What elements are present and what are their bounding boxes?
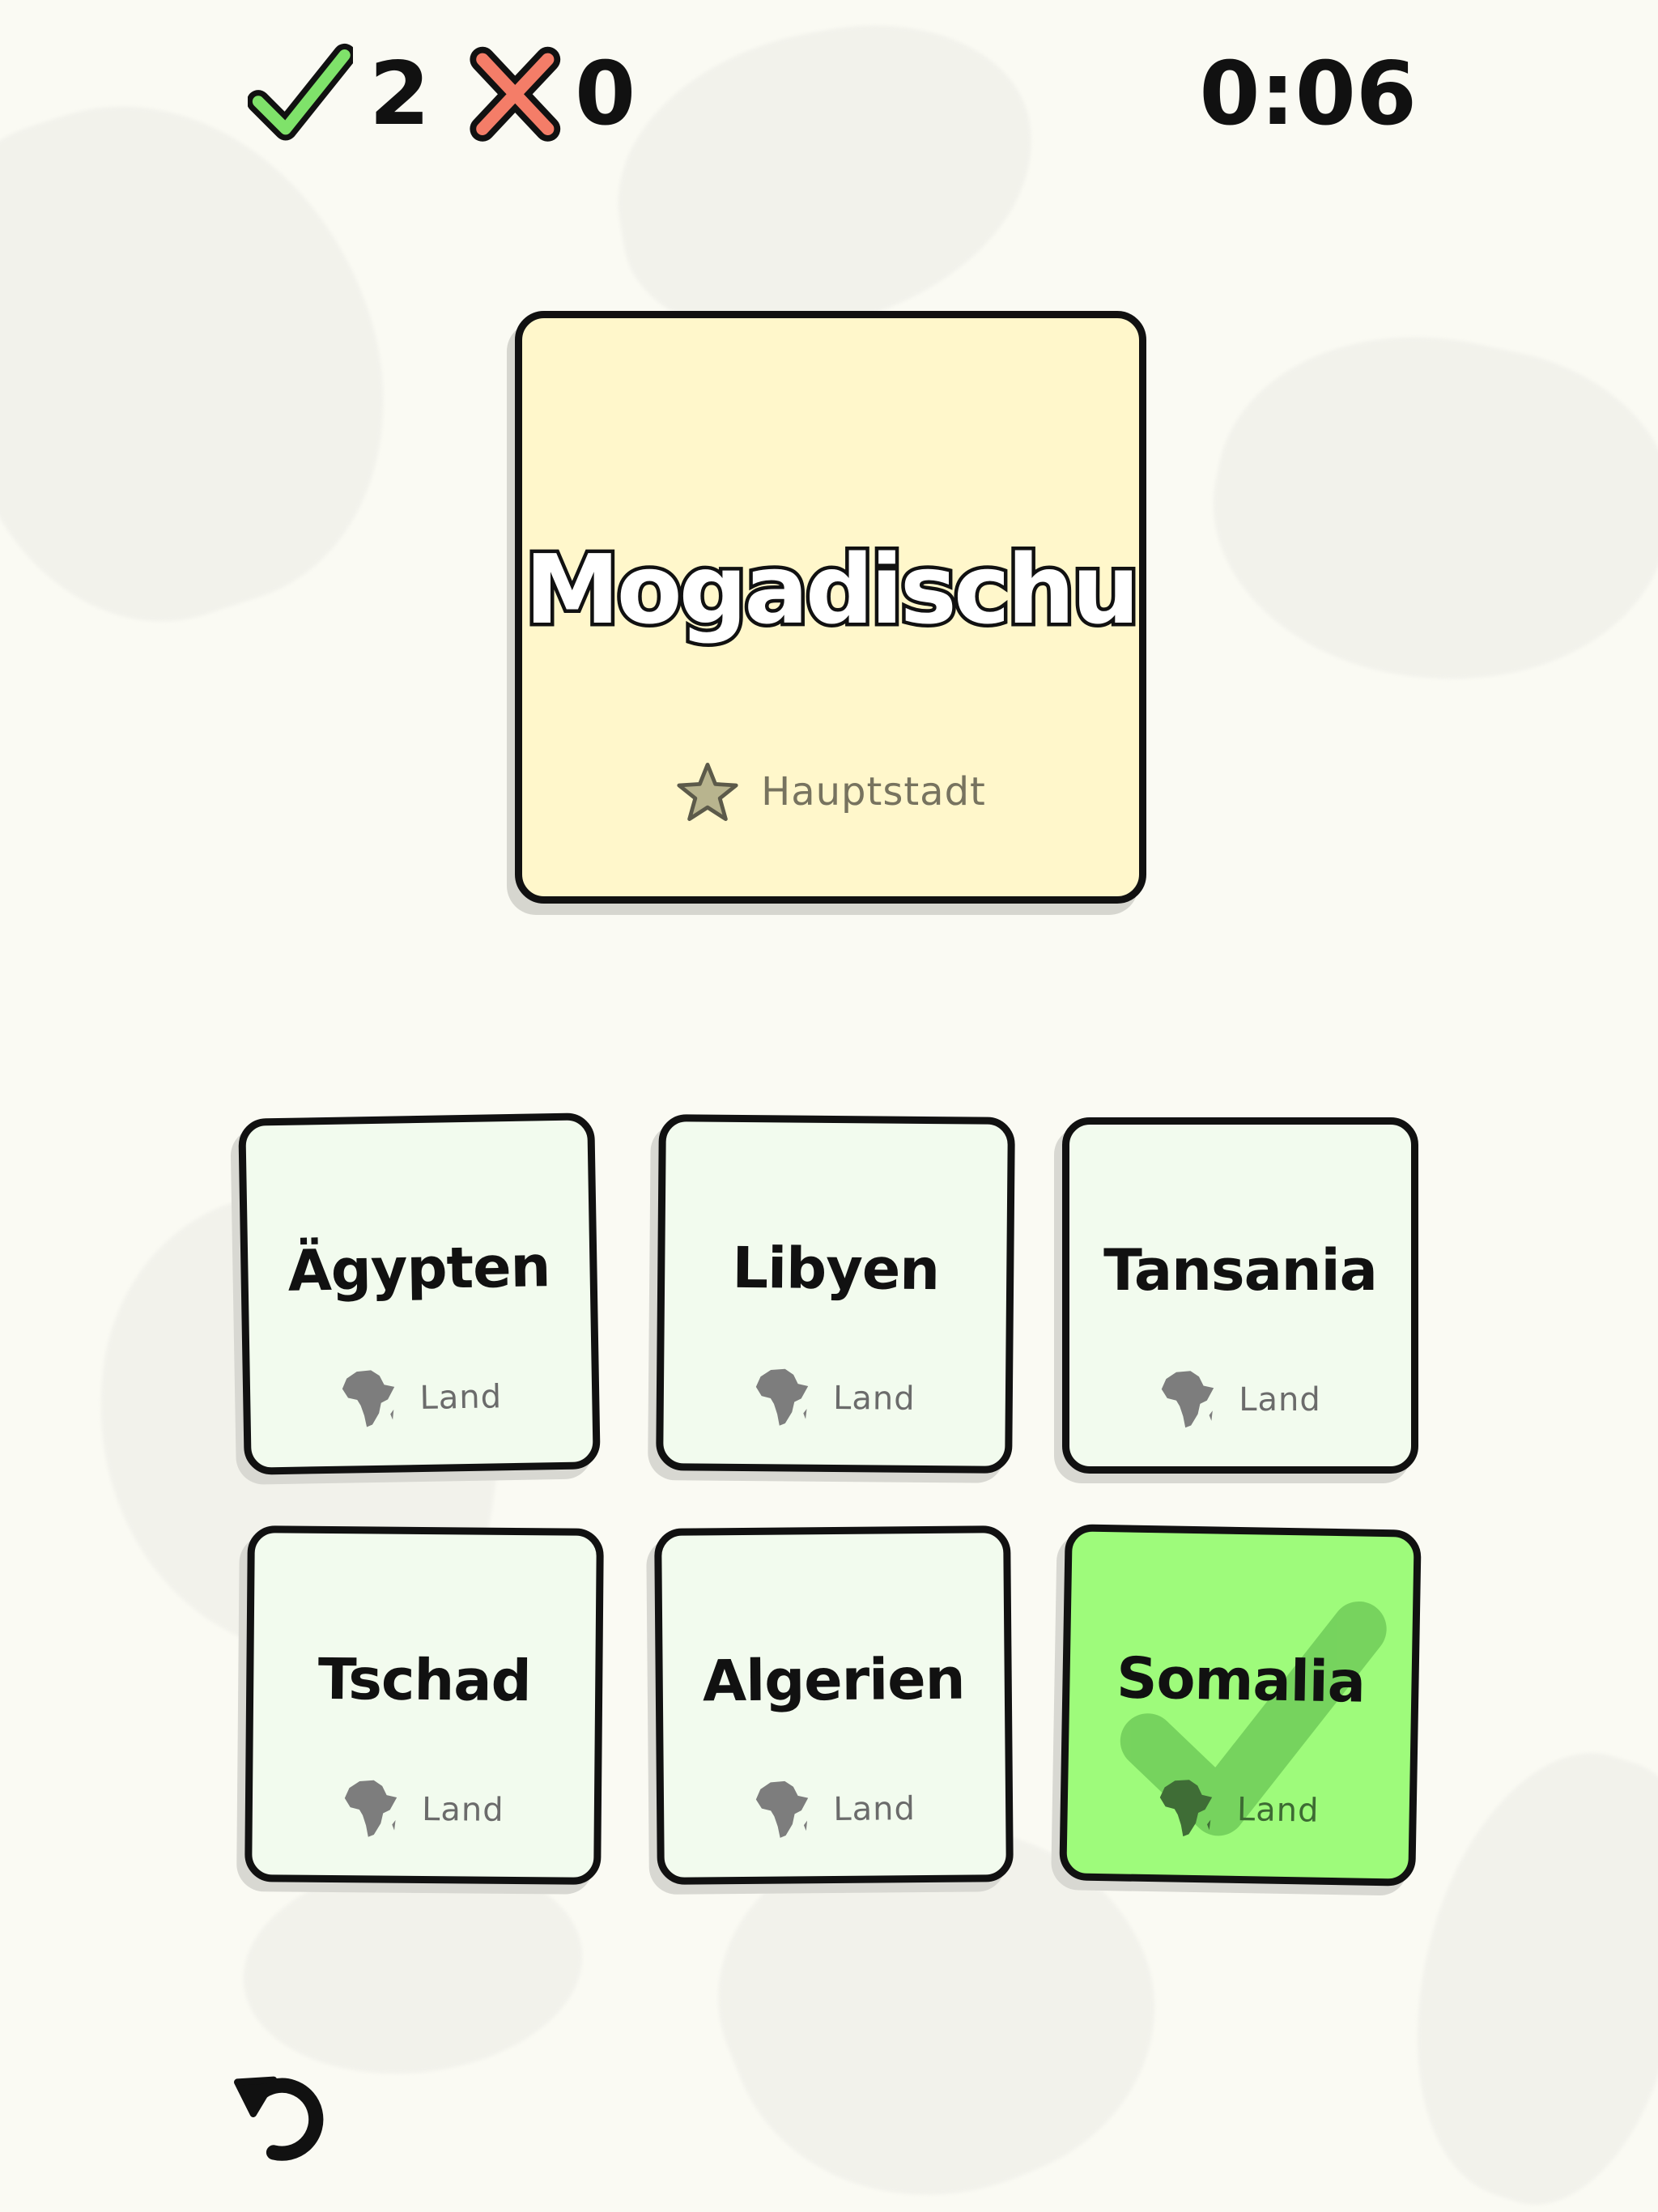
option-category: Land bbox=[664, 1776, 1006, 1844]
option-card-correct[interactable]: Somalia Land bbox=[1059, 1524, 1422, 1887]
game-screen: 2 0 0:06 Mogadischu Hauptstadt Ägypten L… bbox=[0, 0, 1658, 2212]
africa-icon bbox=[756, 1780, 809, 1838]
option-label: Ägypten bbox=[287, 1233, 551, 1304]
prompt-title: Mogadischu bbox=[521, 534, 1144, 646]
option-label: Somalia bbox=[1116, 1644, 1366, 1716]
check-icon bbox=[248, 43, 353, 141]
timer: 0:06 bbox=[1199, 44, 1417, 145]
option-category-label: Land bbox=[833, 1790, 916, 1829]
option-label: Tschad bbox=[317, 1645, 532, 1715]
option-label: Algerien bbox=[702, 1645, 965, 1715]
prompt-category: Hauptstadt bbox=[522, 755, 1139, 828]
option-card[interactable]: Ägypten Land bbox=[238, 1112, 601, 1475]
option-category: Land bbox=[253, 1776, 595, 1844]
option-card[interactable]: Algerien Land bbox=[654, 1525, 1014, 1885]
option-category-label: Land bbox=[1236, 1790, 1320, 1830]
correct-count: 2 bbox=[369, 44, 431, 145]
africa-icon bbox=[756, 1368, 809, 1426]
option-category: Land bbox=[1069, 1368, 1411, 1432]
wrong-count: 0 bbox=[575, 44, 636, 145]
option-label: Tansania bbox=[1103, 1237, 1378, 1304]
option-category-label: Land bbox=[419, 1378, 503, 1418]
option-category: Land bbox=[664, 1364, 1006, 1432]
score-bar: 2 0 0:06 bbox=[0, 32, 1658, 154]
undo-icon[interactable] bbox=[228, 2055, 342, 2168]
option-card[interactable]: Libyen Land bbox=[656, 1114, 1015, 1474]
africa-icon bbox=[1160, 1780, 1213, 1837]
option-card[interactable]: Tansania Land bbox=[1062, 1117, 1418, 1474]
option-category-label: Land bbox=[1239, 1381, 1321, 1419]
background-map-shape bbox=[1184, 296, 1658, 724]
star-icon bbox=[677, 763, 738, 821]
prompt-category-label: Hauptstadt bbox=[761, 769, 986, 815]
option-category-label: Land bbox=[832, 1379, 916, 1418]
option-label: Libyen bbox=[732, 1234, 940, 1304]
option-card[interactable]: Tschad Land bbox=[244, 1525, 604, 1885]
africa-icon bbox=[345, 1780, 397, 1837]
cross-icon bbox=[470, 46, 561, 142]
africa-icon bbox=[1162, 1371, 1214, 1428]
prompt-card: Mogadischu Hauptstadt bbox=[515, 311, 1146, 904]
option-category: Land bbox=[250, 1363, 593, 1433]
africa-icon bbox=[342, 1370, 395, 1427]
option-category: Land bbox=[1067, 1774, 1409, 1844]
option-category-label: Land bbox=[421, 1790, 504, 1829]
